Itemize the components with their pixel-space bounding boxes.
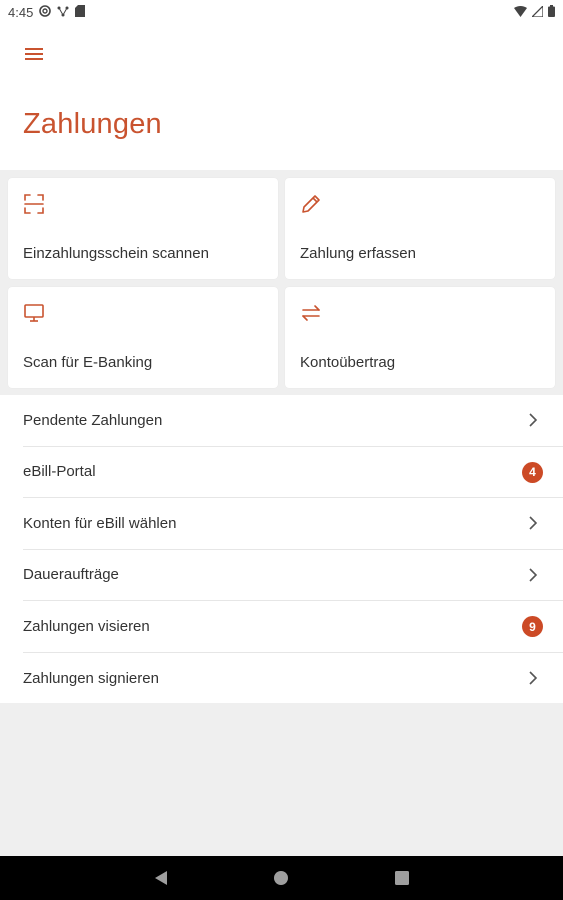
list-item-label: Pendente Zahlungen (23, 411, 163, 429)
recents-square-icon (395, 871, 409, 885)
list-item-label: eBill-Portal (23, 463, 96, 481)
list-item-label: Zahlungen visieren (23, 617, 150, 635)
page-title: Zahlungen (23, 108, 162, 140)
wifi-icon (514, 5, 527, 20)
action-tiles: Einzahlungsschein scannen Zahlung erfass… (8, 178, 555, 388)
sd-card-icon (75, 4, 86, 20)
notification-badge: 4 (522, 461, 543, 483)
transfer-arrows-icon (302, 305, 320, 321)
list-item-pending-payments[interactable]: Pendente Zahlungen (23, 395, 563, 447)
home-button[interactable] (271, 868, 291, 888)
app-bar: Zahlungen (0, 24, 563, 170)
tile-label: Scan für E-Banking (23, 354, 153, 371)
pencil-icon (302, 195, 320, 213)
scan-icon (24, 194, 44, 214)
list-item-ebill-accounts[interactable]: Konten für eBill wählen (23, 498, 563, 550)
network-icon (57, 5, 69, 20)
list-item-sign-payments[interactable]: Zahlungen signieren (23, 653, 563, 705)
list-item-label: Zahlungen signieren (23, 669, 159, 687)
chevron-right-icon (529, 516, 538, 530)
list-item-approve-payments[interactable]: Zahlungen visieren 9 (23, 601, 563, 653)
list-item-ebill-portal[interactable]: eBill-Portal 4 (23, 447, 563, 498)
tile-label: Einzahlungsschein scannen (23, 245, 209, 262)
status-time: 4:45 (8, 4, 34, 20)
chevron-right-icon (529, 413, 538, 427)
notification-badge: 9 (522, 616, 543, 638)
back-button[interactable] (151, 868, 171, 888)
tile-account-transfer[interactable]: Kontoübertrag (285, 287, 555, 388)
list-item-label: Daueraufträge (23, 566, 119, 584)
back-triangle-icon (155, 871, 167, 885)
tile-scan-ebanking[interactable]: Scan für E-Banking (8, 287, 278, 388)
tile-create-payment[interactable]: Zahlung erfassen (285, 178, 555, 279)
signal-icon (530, 3, 544, 20)
chevron-right-icon (529, 671, 538, 685)
menu-button[interactable] (18, 40, 50, 68)
payment-menu-list: Pendente Zahlungen eBill-Portal 4 Konten… (0, 395, 563, 703)
tile-scan-payment-slip[interactable]: Einzahlungsschein scannen (8, 178, 278, 279)
recents-button[interactable] (392, 868, 412, 888)
status-bar: 4:45 (0, 0, 563, 24)
battery-icon (548, 4, 555, 20)
list-item-label: Konten für eBill wählen (23, 514, 177, 532)
at-sign-icon (39, 4, 52, 20)
tile-label: Kontoübertrag (300, 354, 396, 371)
hamburger-menu-icon (25, 48, 43, 60)
monitor-icon (24, 304, 44, 322)
chevron-right-icon (529, 568, 538, 582)
home-circle-icon (274, 871, 288, 885)
tile-label: Zahlung erfassen (300, 245, 416, 262)
list-item-standing-orders[interactable]: Daueraufträge (23, 550, 563, 601)
system-navigation-bar (0, 856, 563, 900)
